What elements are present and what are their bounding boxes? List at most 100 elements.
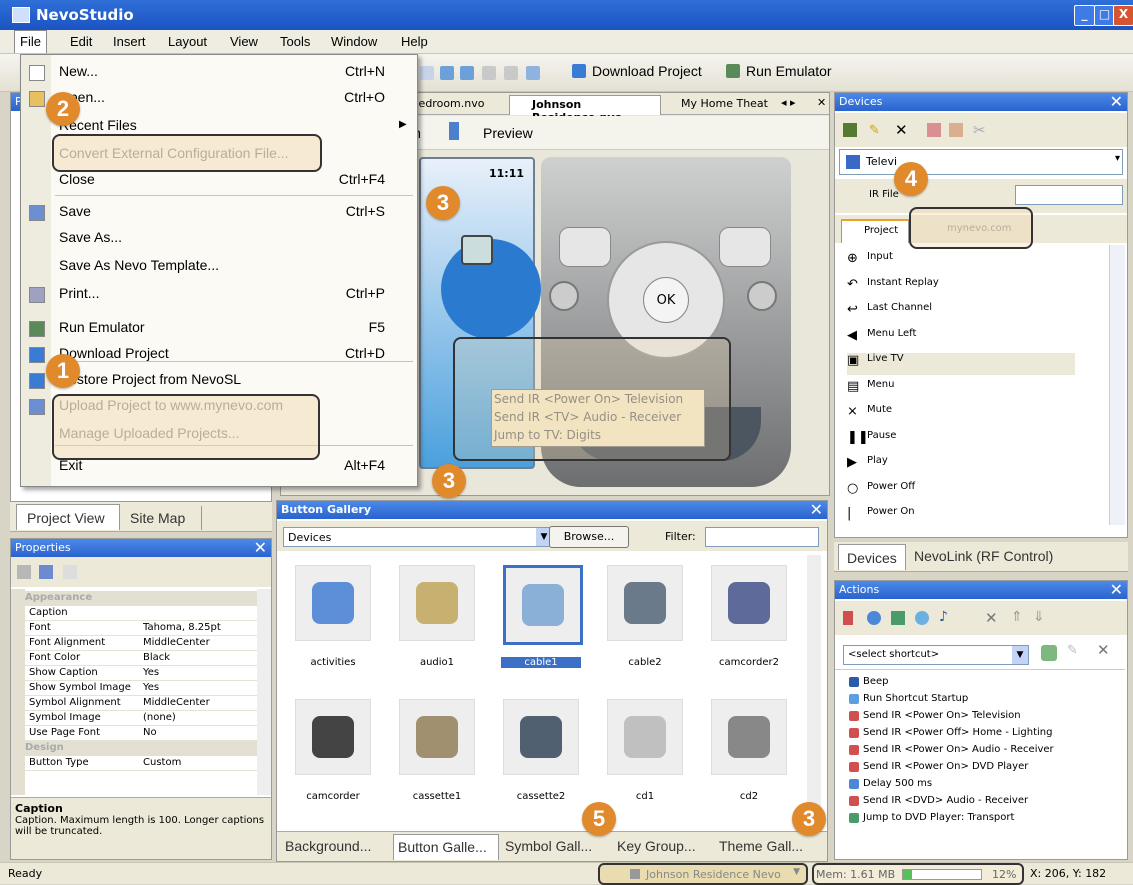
- add-shortcut-icon[interactable]: [1041, 645, 1057, 661]
- property-row[interactable]: Symbol Alignment MiddleCenter: [25, 696, 257, 711]
- file-menu-item-restore-project[interactable]: Restore Project from NevoSL: [59, 371, 241, 387]
- property-row[interactable]: Font Color Black: [25, 651, 257, 666]
- gallery-item-camcorder2[interactable]: [711, 565, 787, 641]
- close-icon[interactable]: ✕: [254, 539, 267, 557]
- space-h-icon[interactable]: [482, 66, 496, 80]
- tab-project-view[interactable]: Project View: [16, 504, 120, 530]
- file-menu-item-save[interactable]: Save: [59, 203, 91, 219]
- categorized-icon[interactable]: [17, 565, 31, 579]
- property-row[interactable]: Font Alignment MiddleCenter: [25, 636, 257, 651]
- browse-button[interactable]: Browse...: [549, 526, 629, 548]
- delete-action-icon[interactable]: ✕: [985, 609, 998, 627]
- file-menu-item-close[interactable]: Close: [59, 171, 95, 187]
- delay-icon[interactable]: [867, 611, 881, 625]
- align-icon[interactable]: [440, 66, 454, 80]
- menu-file[interactable]: File: [14, 30, 47, 53]
- gallery-item-cable1[interactable]: [503, 565, 583, 645]
- action-item[interactable]: Send IR <DVD> Audio - Receiver: [849, 795, 1028, 806]
- gallery-item-audio1[interactable]: [399, 565, 475, 641]
- maximize-button[interactable]: □: [1094, 5, 1115, 26]
- ok-button[interactable]: OK: [643, 277, 689, 323]
- tab-johnson-residence[interactable]: Johnson Residence.nvo: [509, 95, 661, 124]
- menu-edit[interactable]: Edit: [70, 34, 92, 49]
- alphabetical-icon[interactable]: [39, 565, 53, 579]
- symbol-item[interactable]: ↶ Instant Replay: [847, 277, 1075, 299]
- gallery-category-select[interactable]: Devices ▼: [283, 527, 553, 547]
- symbol-item[interactable]: ○ Power Off: [847, 481, 1075, 503]
- menu-insert[interactable]: Insert: [113, 34, 146, 49]
- menu-window[interactable]: Window: [331, 34, 377, 49]
- property-row[interactable]: Font Tahoma, 8.25pt: [25, 621, 257, 636]
- symbol-scrollbar[interactable]: [1109, 245, 1125, 525]
- file-menu-item-save-as-template[interactable]: Save As Nevo Template...: [59, 257, 219, 273]
- symbol-item[interactable]: ◀ Menu Left: [847, 328, 1075, 350]
- gallery-item-cassette1[interactable]: [399, 699, 475, 775]
- property-row[interactable]: Caption: [25, 606, 257, 621]
- file-menu-item-save-as[interactable]: Save As...: [59, 229, 122, 245]
- chevron-down-icon[interactable]: ▼: [1012, 646, 1028, 664]
- property-row[interactable]: Show Caption Yes: [25, 666, 257, 681]
- symbol-item[interactable]: ▶ Play: [847, 455, 1075, 477]
- tab-devices[interactable]: Devices: [838, 544, 906, 570]
- property-row[interactable]: Use Page Font No: [25, 726, 257, 741]
- delete-key-icon[interactable]: ✂: [973, 121, 986, 139]
- gallery-item-cd2[interactable]: [711, 699, 787, 775]
- menu-help[interactable]: Help: [401, 34, 428, 49]
- edit-icon[interactable]: ✎: [869, 123, 880, 138]
- file-menu-item-print[interactable]: Print...: [59, 285, 99, 301]
- gallery-item-cable2[interactable]: [607, 565, 683, 641]
- action-item[interactable]: Beep: [849, 676, 889, 687]
- close-button[interactable]: X: [1113, 5, 1133, 26]
- edit-key-icon[interactable]: [949, 123, 963, 137]
- symbol-item[interactable]: | Power On: [847, 506, 1075, 528]
- action-item[interactable]: Jump to DVD Player: Transport: [849, 812, 1014, 823]
- tab-home-theater[interactable]: My Home Theat: [681, 97, 768, 110]
- move-up-icon[interactable]: ⇑: [1011, 609, 1023, 625]
- chevron-down-icon[interactable]: ▼: [793, 867, 800, 877]
- property-row[interactable]: Show Symbol Image Yes: [25, 681, 257, 696]
- beep-icon[interactable]: ♪: [939, 609, 948, 625]
- action-item[interactable]: Send IR <Power Off> Home - Lighting: [849, 727, 1052, 738]
- file-menu-item-run-emulator[interactable]: Run Emulator: [59, 319, 145, 335]
- symbol-item[interactable]: ⊕ Input: [847, 251, 1075, 273]
- delete-shortcut-icon[interactable]: ✕: [1097, 641, 1110, 659]
- minimize-button[interactable]: _: [1074, 5, 1095, 26]
- ir-action-icon[interactable]: [843, 611, 853, 625]
- property-pages-icon[interactable]: [63, 565, 77, 579]
- shortcut-icon[interactable]: [915, 611, 929, 625]
- symbol-item[interactable]: ▣ Live TV: [847, 353, 1075, 375]
- symbol-item[interactable]: ❚❚Pause: [847, 430, 1075, 452]
- size-icon[interactable]: [526, 66, 540, 80]
- jump-icon[interactable]: [891, 611, 905, 625]
- gallery-item-cassette2[interactable]: [503, 699, 579, 775]
- close-tab-icon[interactable]: ✕: [817, 96, 826, 109]
- edit-shortcut-icon[interactable]: ✎: [1067, 643, 1078, 658]
- menu-view[interactable]: View: [230, 34, 258, 49]
- tab-preview[interactable]: Preview: [483, 125, 533, 141]
- action-item[interactable]: Send IR <Power On> Audio - Receiver: [849, 744, 1054, 755]
- shortcut-select[interactable]: <select shortcut> ▼: [843, 645, 1029, 665]
- delete-icon[interactable]: ✕: [895, 121, 908, 139]
- gallery-item-activities[interactable]: [295, 565, 371, 641]
- tab-nevolink[interactable]: NevoLink (RF Control): [914, 548, 1053, 564]
- action-item[interactable]: Run Shortcut Startup: [849, 693, 968, 704]
- gallery-item-camcorder[interactable]: [295, 699, 371, 775]
- gallery-scrollbar[interactable]: [807, 555, 821, 825]
- tab-button-gallery[interactable]: Button Galle...: [393, 834, 499, 860]
- file-menu-item-new[interactable]: New...: [59, 63, 98, 79]
- symbol-item[interactable]: ▤ Menu: [847, 379, 1075, 401]
- symbol-item[interactable]: ⨯ Mute: [847, 404, 1075, 426]
- tab-theme-gallery[interactable]: Theme Gall...: [719, 838, 803, 854]
- screen-button-selected[interactable]: [461, 235, 493, 265]
- tab-project[interactable]: Project: [841, 219, 909, 243]
- space-v-icon[interactable]: [504, 66, 518, 80]
- tab-site-map[interactable]: Site Map: [122, 506, 202, 530]
- tab-background[interactable]: Background...: [285, 838, 371, 854]
- run-emulator-button[interactable]: Run Emulator: [726, 63, 832, 79]
- menu-layout[interactable]: Layout: [168, 34, 207, 49]
- channel-up-button[interactable]: [719, 227, 771, 267]
- properties-scrollbar[interactable]: [257, 589, 271, 795]
- filter-input[interactable]: [705, 527, 819, 547]
- close-icon[interactable]: ✕: [810, 501, 823, 519]
- symbol-item[interactable]: ↩ Last Channel: [847, 302, 1075, 324]
